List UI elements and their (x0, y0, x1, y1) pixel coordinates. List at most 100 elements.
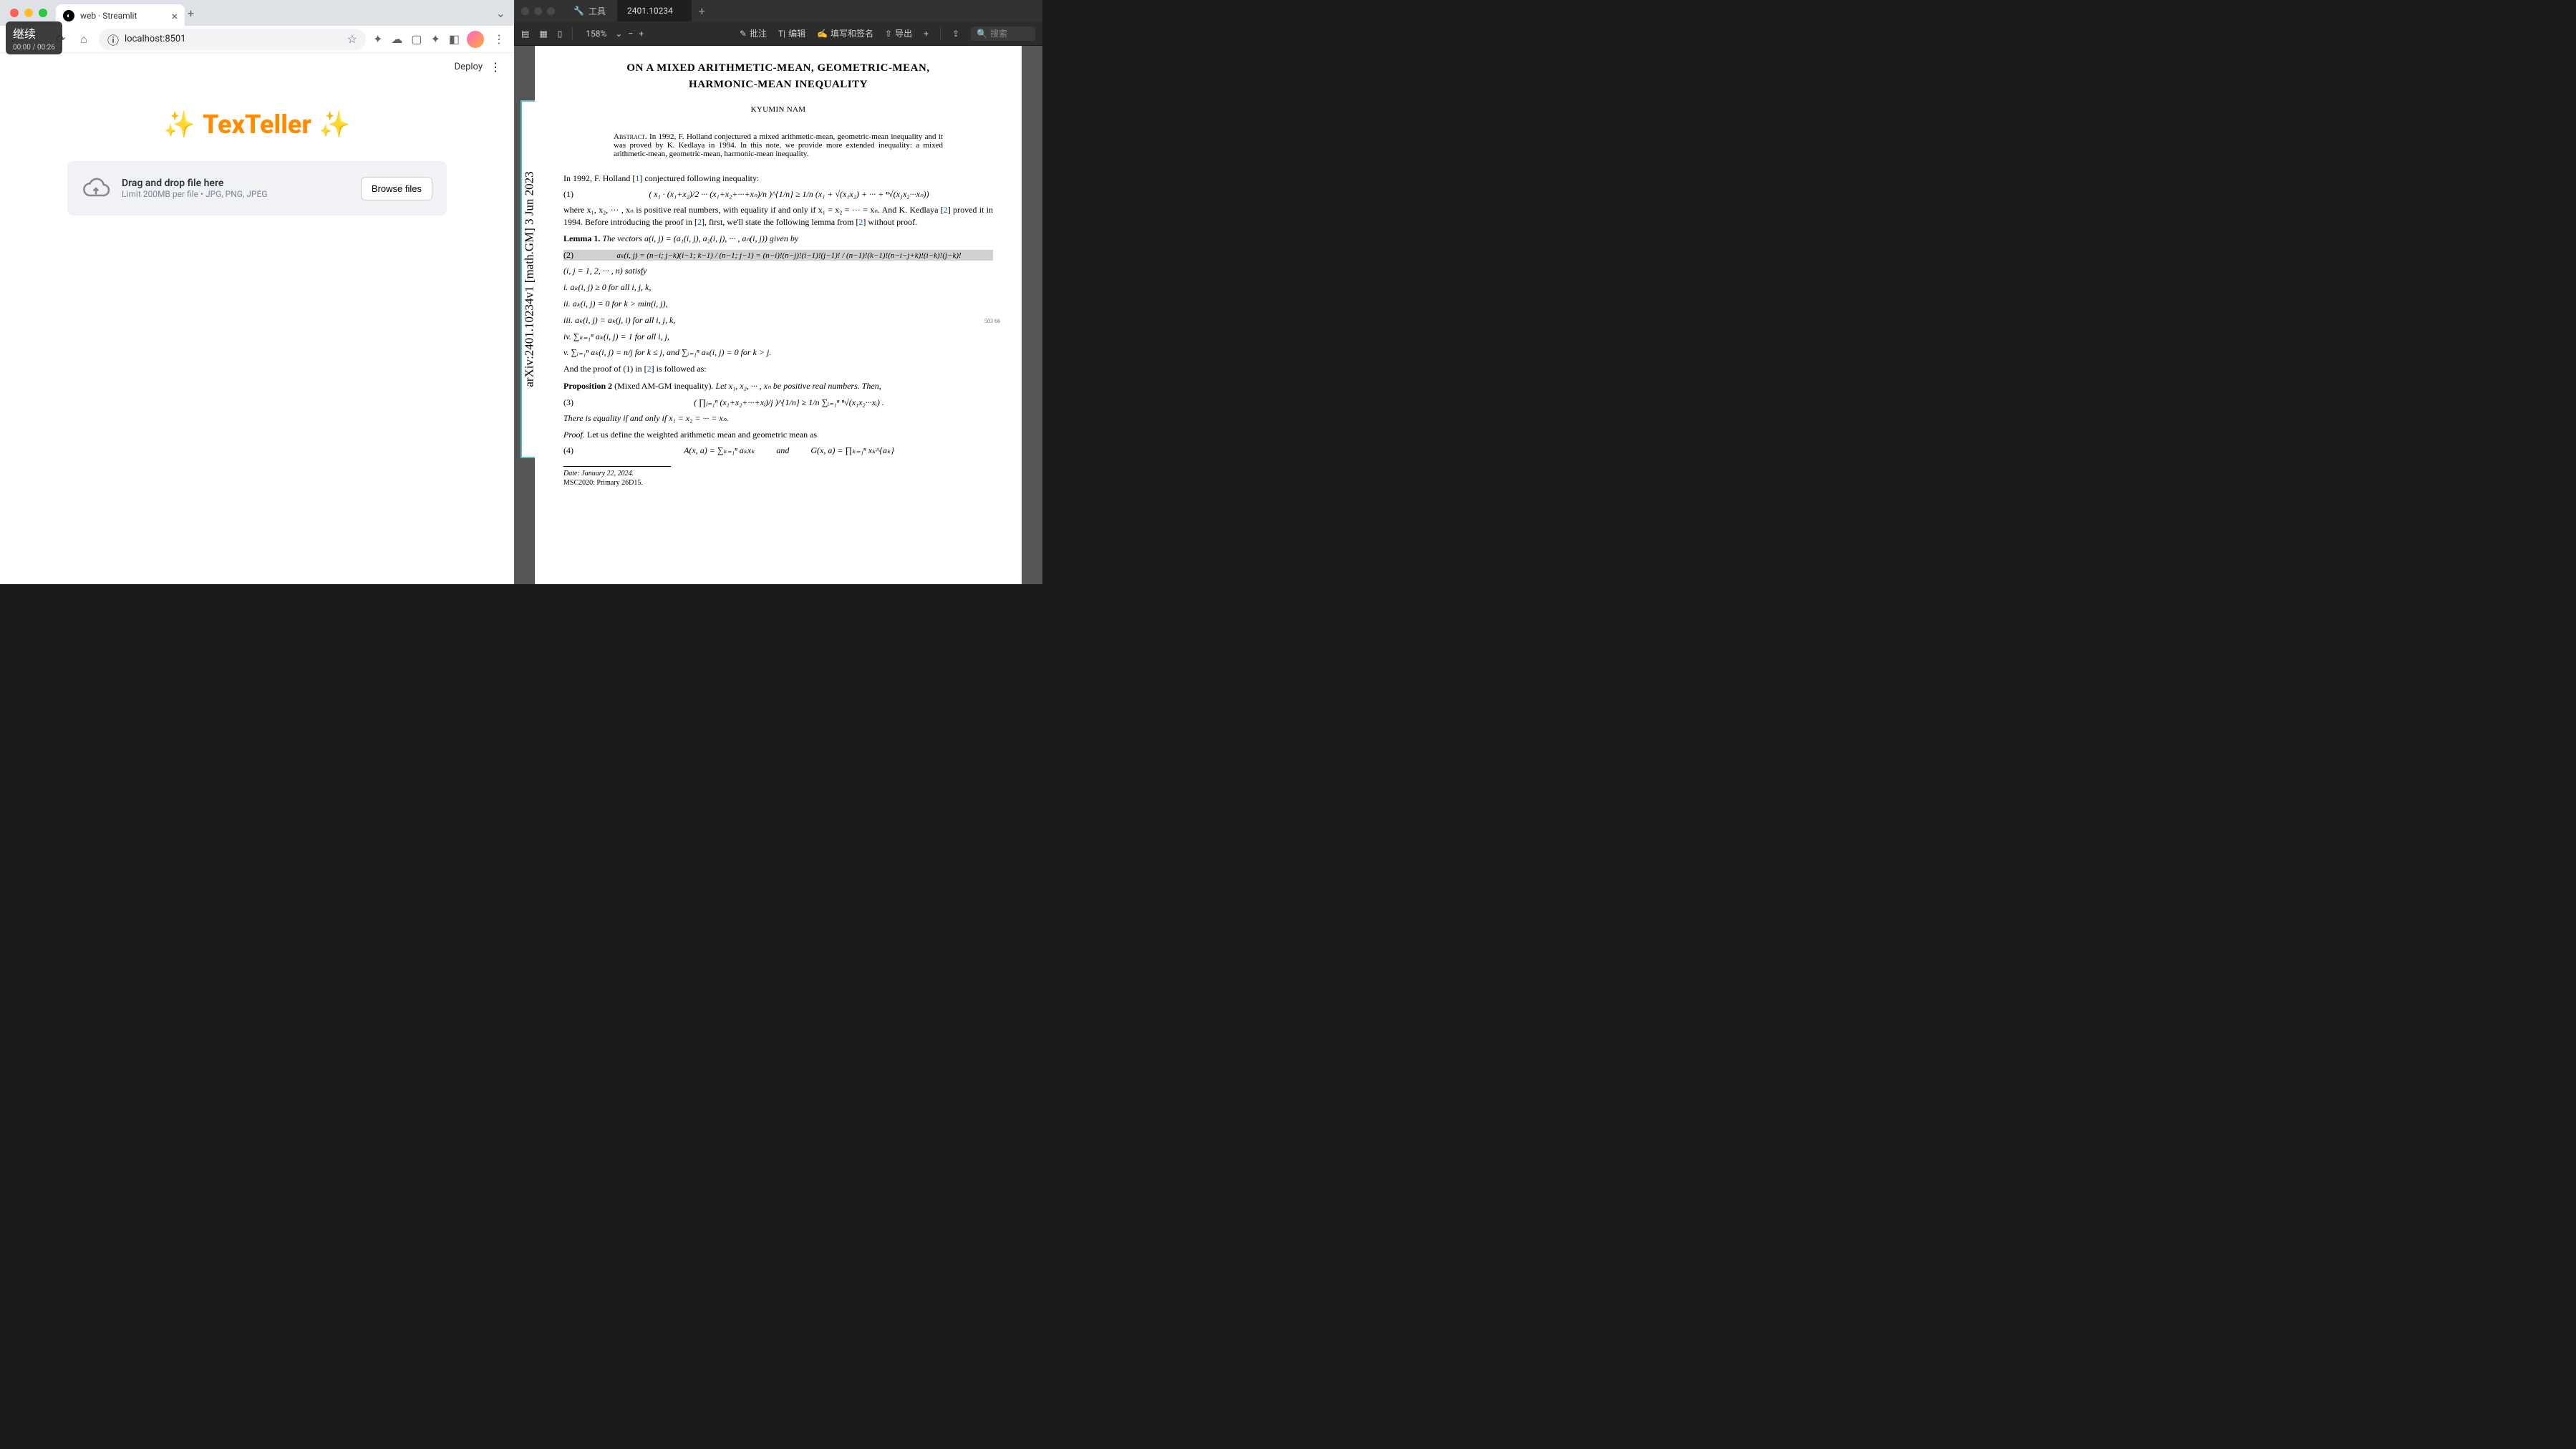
minimize-window-icon[interactable] (24, 9, 33, 17)
close-window-icon[interactable] (10, 9, 19, 17)
footnote-date: Date: January 22, 2024. (563, 466, 671, 478)
paper-title: ON A MIXED ARITHMETIC-MEAN, GEOMETRIC-ME… (592, 60, 964, 92)
recording-overlay: 继续 00:00 / 00:26 (6, 21, 62, 54)
pdf-close-icon[interactable] (521, 7, 529, 15)
sparkle-right-icon: ✨ (319, 110, 351, 140)
pdf-viewport[interactable]: arXiv:2401.10234v1 [math.GM] 3 Jun 2023 … (514, 46, 1042, 584)
paragraph-intro: In 1992, F. Holland [1] conjectured foll… (563, 173, 993, 185)
edit-icon: T| (778, 29, 785, 39)
deploy-button[interactable]: Deploy (455, 62, 483, 72)
pdf-tab-strip: 🔧 工具 2401.10234 + (514, 0, 1042, 21)
abstract: Abstract. In 1992, F. Holland conjecture… (614, 132, 943, 158)
browser-tab-strip: ◐ web · Streamlit × + ⌄ (0, 0, 514, 26)
recording-label: 继续 (13, 24, 55, 42)
new-tab-button[interactable]: + (185, 4, 197, 23)
browse-files-button[interactable]: Browse files (361, 177, 432, 200)
pdf-tab[interactable]: 2401.10234 (617, 0, 692, 21)
bookmark-icon[interactable]: ☆ (347, 32, 357, 46)
pdf-toolbar: ▤ ▦ ▯ 158% ⌄ − + ✎批注 T|编辑 ✍填写和签名 ⇧导出 + ⇪… (514, 21, 1042, 46)
zoom-value[interactable]: 158% (583, 29, 609, 39)
equation-4: (4)A(x, a) = ∑ₖ₌₁ⁿ aₖxₖ and G(x, a) = ∏ₖ… (563, 445, 993, 456)
pdf-viewer-window: 🔧 工具 2401.10234 + ▤ ▦ ▯ 158% ⌄ − + ✎批注 T… (514, 0, 1042, 584)
browser-tab[interactable]: ◐ web · Streamlit × (56, 4, 185, 27)
tab-close-icon[interactable]: × (171, 9, 178, 23)
lemma-item-2: ii. aₖ(i, j) = 0 for k > min(i, j), (563, 298, 993, 310)
fill-sign-button[interactable]: ✍填写和签名 (817, 27, 873, 39)
app-title-text: TexTeller (203, 110, 311, 140)
abstract-text: In 1992, F. Holland conjectured a mixed … (614, 132, 943, 158)
pdf-new-tab-button[interactable]: + (692, 4, 712, 18)
paragraph-equality: There is equality if and only if x₁ = x₂… (563, 412, 993, 425)
url-text: localhost:8501 (125, 34, 186, 44)
search-placeholder: 搜索 (990, 27, 1007, 39)
streamlit-header: Deploy ⋮ (0, 53, 514, 81)
extension-2-icon[interactable]: ☁ (391, 32, 402, 46)
edit-button[interactable]: T|编辑 (778, 27, 805, 39)
share-icon[interactable]: ⇪ (952, 29, 959, 39)
address-bar: ← → ⟳ ⌂ ⓘ localhost:8501 ☆ ✦ ☁ ▢ ✦ ◧ ⋮ (0, 26, 514, 53)
page-icon[interactable]: ▯ (558, 29, 563, 39)
zoom-dropdown-icon[interactable]: ⌄ (615, 29, 622, 39)
pdf-page: ON A MIXED ARITHMETIC-MEAN, GEOMETRIC-ME… (535, 46, 1022, 584)
paragraph-proof-intro: And the proof of (1) in [2] is followed … (563, 363, 993, 375)
tools-label: 工具 (589, 5, 606, 17)
sign-icon: ✍ (817, 29, 828, 39)
uploader-limits: Limit 200MB per file • JPG, PNG, JPEG (122, 189, 349, 199)
footnote-msc: MSC2020: Primary 26D15. (563, 479, 993, 487)
uploader-text: Drag and drop file here Limit 200MB per … (122, 178, 349, 199)
pdf-maximize-icon[interactable] (547, 7, 555, 15)
extensions: ✦ ☁ ▢ ✦ ◧ (373, 32, 460, 46)
paragraph-where: where x₁, x₂, ··· , xₙ is positive real … (563, 204, 993, 228)
proof-start: Proof. Let us define the weighted arithm… (563, 429, 993, 441)
extensions-icon[interactable]: ✦ (430, 32, 440, 46)
maximize-window-icon[interactable] (39, 9, 47, 17)
lemma-item-4: iv. ∑ₖ₌₁ⁿ aₖ(i, j) = 1 for all i, j, (563, 331, 993, 343)
equation-2: (2)aₖ(i, j) = (n−i; j−k)(i−1; k−1) / (n−… (563, 250, 993, 261)
tools-menu[interactable]: 🔧 工具 (562, 5, 617, 17)
paper-author: KYUMIN NAM (563, 105, 993, 114)
window-controls (6, 9, 47, 17)
lemma-item-5: v. ∑ᵢ₌₁ⁿ aₖ(i, j) = n/j for k ≤ j, and ∑… (563, 346, 993, 359)
file-uploader[interactable]: Drag and drop file here Limit 200MB per … (67, 161, 447, 215)
export-icon: ⇧ (885, 29, 892, 39)
zoom-controls: 158% ⌄ − + (583, 29, 644, 39)
lemma-item-3: iii. aₖ(i, j) = aₖ(j, i) for all i, j, k… (563, 314, 993, 326)
annotate-icon: ✎ (740, 29, 747, 39)
lemma-item-1: i. aₖ(i, j) ≥ 0 for all i, j, k, (563, 281, 993, 294)
tab-title: web · Streamlit (80, 11, 165, 21)
wrench-icon: 🔧 (573, 6, 584, 16)
zoom-out-button[interactable]: − (628, 29, 633, 39)
sidebar-icon[interactable]: ▤ (521, 29, 529, 39)
profile-avatar[interactable] (467, 31, 484, 48)
zoom-in-button[interactable]: + (639, 29, 644, 39)
add-tool-button[interactable]: + (924, 29, 929, 39)
browser-menu-icon[interactable]: ⋮ (491, 32, 507, 46)
search-field[interactable]: 🔍 搜索 (971, 26, 1035, 41)
pdf-minimize-icon[interactable] (534, 7, 542, 15)
cloud-upload-icon (82, 174, 110, 203)
equation-1: (1)( x₁ · (x₁+x₂)/2 ··· (x₁+x₂+···+xₙ)/n… (563, 189, 993, 200)
pdf-window-controls (514, 7, 562, 15)
pdf-tab-title: 2401.10234 (627, 6, 673, 16)
url-field[interactable]: ⓘ localhost:8501 ☆ (99, 29, 366, 50)
uploader-instruction: Drag and drop file here (122, 178, 349, 189)
home-button[interactable]: ⌂ (76, 32, 92, 47)
extension-1-icon[interactable]: ✦ (373, 32, 382, 46)
lemma-1: Lemma 1. The vectors a(i, j) = (a₁(i, j)… (563, 233, 993, 244)
extension-3-icon[interactable]: ▢ (411, 32, 422, 46)
app-title: ✨ TexTeller ✨ (163, 110, 350, 140)
proposition-2: Proposition 2 (Mixed AM-GM inequality). … (563, 381, 993, 392)
sidepanel-icon[interactable]: ◧ (449, 32, 460, 46)
recording-time: 00:00 / 00:26 (13, 44, 55, 52)
app-menu-icon[interactable]: ⋮ (490, 60, 501, 74)
equation-3: (3)( ∏ⱼ₌₁ⁿ (x₁+x₂+···+xⱼ)/j )^{1/n} ≥ 1/… (563, 397, 993, 408)
tab-dropdown-icon[interactable]: ⌄ (493, 4, 508, 23)
tab-favicon: ◐ (63, 10, 74, 21)
site-info-icon[interactable]: ⓘ (107, 31, 119, 48)
streamlit-app: Deploy ⋮ ✨ TexTeller ✨ Drag and drop fil… (0, 53, 514, 584)
export-button[interactable]: ⇧导出 (885, 27, 912, 39)
grid-icon[interactable]: ▦ (539, 29, 547, 39)
paragraph-satisfy: (i, j = 1, 2, ··· , n) satisfy (563, 265, 993, 277)
annotate-button[interactable]: ✎批注 (740, 27, 767, 39)
browser-window: 继续 00:00 / 00:26 ◐ web · Streamlit × + ⌄… (0, 0, 514, 584)
